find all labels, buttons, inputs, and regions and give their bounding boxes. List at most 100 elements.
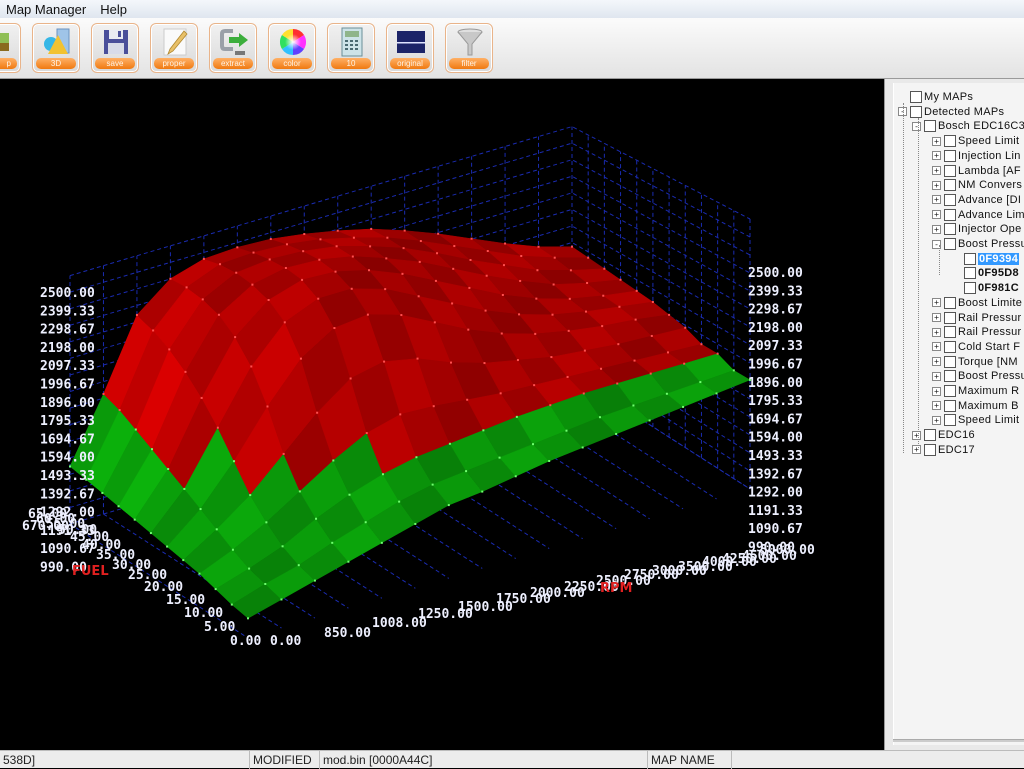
tree-node-checkbox[interactable] [944, 340, 956, 353]
z-axis-left-tick: 2097.33 [40, 359, 95, 374]
original-button[interactable]: original [386, 23, 434, 73]
expand-icon[interactable]: + [932, 401, 941, 411]
expand-icon[interactable]: + [932, 415, 941, 425]
tree-node[interactable]: + Maximum B [932, 399, 1019, 413]
tree-node[interactable]: + Injection Lin [932, 149, 1021, 163]
tree-node-label: EDC16 [938, 429, 975, 442]
tree-node-checkbox[interactable] [944, 179, 956, 192]
data-point [199, 508, 202, 511]
expand-icon[interactable]: + [932, 180, 941, 190]
status-address: 538D] [0, 751, 250, 769]
menu-help[interactable]: Help [93, 2, 134, 17]
tree-node-checkbox[interactable] [910, 105, 922, 118]
expand-icon[interactable]: + [932, 166, 941, 175]
tree-node-checkbox[interactable] [964, 252, 976, 265]
tree-node[interactable]: My MAPs [898, 90, 973, 104]
expand-icon[interactable]: + [912, 430, 921, 440]
z-axis-right-tick: 2298.67 [748, 303, 803, 318]
tree-node[interactable]: + Lambda [AF [932, 164, 1021, 178]
tree-node[interactable]: + Rail Pressur [932, 311, 1022, 325]
extract-button[interactable]: extract [209, 23, 257, 73]
tree-node[interactable]: + Cold Start F [932, 340, 1020, 354]
tree-node[interactable]: + Advance [DI [932, 193, 1021, 207]
tree-node-checkbox[interactable] [924, 429, 936, 442]
collapse-icon[interactable]: - [912, 121, 921, 131]
tree-node-checkbox[interactable] [944, 208, 956, 221]
tree-node[interactable]: 0F981C [964, 281, 1019, 295]
tree-node-checkbox[interactable] [944, 193, 956, 206]
tree-node[interactable]: + Rail Pressur [932, 325, 1022, 339]
tree-node-checkbox[interactable] [944, 164, 956, 177]
tree-node[interactable]: + EDC16 [912, 428, 975, 442]
map-tree[interactable]: My MAPs - Detected MAPs - Bosch EDC16C3 + Spee… [893, 83, 1024, 745]
expand-icon[interactable]: + [932, 151, 941, 161]
expand-icon[interactable]: + [932, 371, 941, 381]
tree-node-checkbox[interactable] [944, 399, 956, 412]
tree-node-checkbox[interactable] [944, 326, 956, 339]
tree-node[interactable]: + Speed Limit [932, 413, 1019, 427]
filter-button[interactable]: filter [445, 23, 493, 73]
tree-node[interactable]: + Injector Ope [932, 222, 1022, 236]
menu-map-manager[interactable]: Map Manager [0, 2, 93, 17]
expand-icon[interactable]: + [932, 136, 941, 146]
expand-icon[interactable]: + [932, 210, 941, 220]
proper-button[interactable]: proper [150, 23, 198, 73]
tree-node-checkbox[interactable] [964, 282, 976, 295]
expand-icon[interactable]: + [932, 386, 941, 396]
tree-node-checkbox[interactable] [944, 414, 956, 427]
tree-node[interactable]: + Maximum R [932, 384, 1019, 398]
tree-node[interactable]: 0F95D8 [964, 266, 1019, 280]
expand-icon[interactable]: + [932, 313, 941, 322]
3d-button[interactable]: 3D [32, 23, 80, 73]
data-point [666, 351, 669, 354]
data-point [665, 392, 668, 395]
expand-icon[interactable]: + [932, 357, 941, 367]
tree-node[interactable]: + Boost Pressu [932, 369, 1024, 383]
tree-node-checkbox[interactable] [944, 149, 956, 162]
data-point [417, 295, 420, 298]
tree-node-checkbox[interactable] [944, 385, 956, 397]
tree-node-checkbox[interactable] [944, 370, 956, 383]
map-tree-panel: My MAPs - Detected MAPs - Bosch EDC16C3 + Spee… [884, 79, 1024, 750]
expand-icon[interactable]: + [932, 298, 941, 308]
tree-node-checkbox[interactable] [944, 223, 956, 236]
tree-node[interactable]: - Detected MAPs [898, 105, 1004, 119]
tree-node-checkbox[interactable] [964, 267, 976, 280]
pencil-paper-icon [163, 28, 188, 56]
expand-icon[interactable]: + [932, 224, 941, 234]
tree-node[interactable]: - Bosch EDC16C3 [912, 119, 1024, 133]
expand-icon[interactable]: + [932, 195, 941, 205]
save-button[interactable]: save [91, 23, 139, 73]
tree-node[interactable]: + Boost Limite [932, 296, 1022, 310]
data-point [134, 428, 137, 431]
tree-node-checkbox[interactable] [924, 120, 936, 133]
expand-icon[interactable]: + [912, 445, 921, 455]
color-button[interactable]: color [268, 23, 316, 73]
tree-node-checkbox[interactable] [944, 355, 956, 368]
surface-plot[interactable]: 2500.00 2399.33 2298.67 2198.00 2097.33 1996.… [0, 79, 884, 750]
calculator-button[interactable]: 10 [327, 23, 375, 73]
3d-map-view[interactable]: 2500.00 2399.33 2298.67 2198.00 2097.33 1996.… [0, 79, 884, 750]
tree-node-checkbox[interactable] [944, 311, 956, 324]
tree-node[interactable]: + Advance Lim [932, 208, 1024, 222]
data-point [601, 325, 604, 328]
tree-node[interactable]: 0F9394 [964, 252, 1020, 266]
map-icon [0, 33, 9, 51]
tree-node-checkbox[interactable] [944, 135, 956, 148]
tree-horizontal-scrollbar[interactable] [893, 739, 1024, 742]
tree-node[interactable]: + NM Convers [932, 178, 1022, 192]
expand-icon[interactable]: + [932, 342, 941, 352]
tree-node[interactable]: + Speed Limit [932, 134, 1019, 148]
tree-node-checkbox[interactable] [924, 443, 936, 456]
tree-node-checkbox[interactable] [944, 238, 956, 250]
tree-node[interactable]: + EDC17 [912, 443, 975, 457]
tree-node[interactable]: - Boost Pressu [932, 237, 1024, 251]
tree-node-checkbox[interactable] [910, 91, 922, 103]
data-point [297, 564, 300, 567]
color-wheel-icon [279, 28, 307, 56]
z-axis-right-tick: 1694.67 [748, 412, 803, 427]
expand-icon[interactable]: + [932, 327, 941, 337]
tree-node-checkbox[interactable] [944, 296, 956, 309]
tree-node[interactable]: + Torque [NM [932, 355, 1018, 369]
map-button[interactable]: p [0, 23, 21, 73]
